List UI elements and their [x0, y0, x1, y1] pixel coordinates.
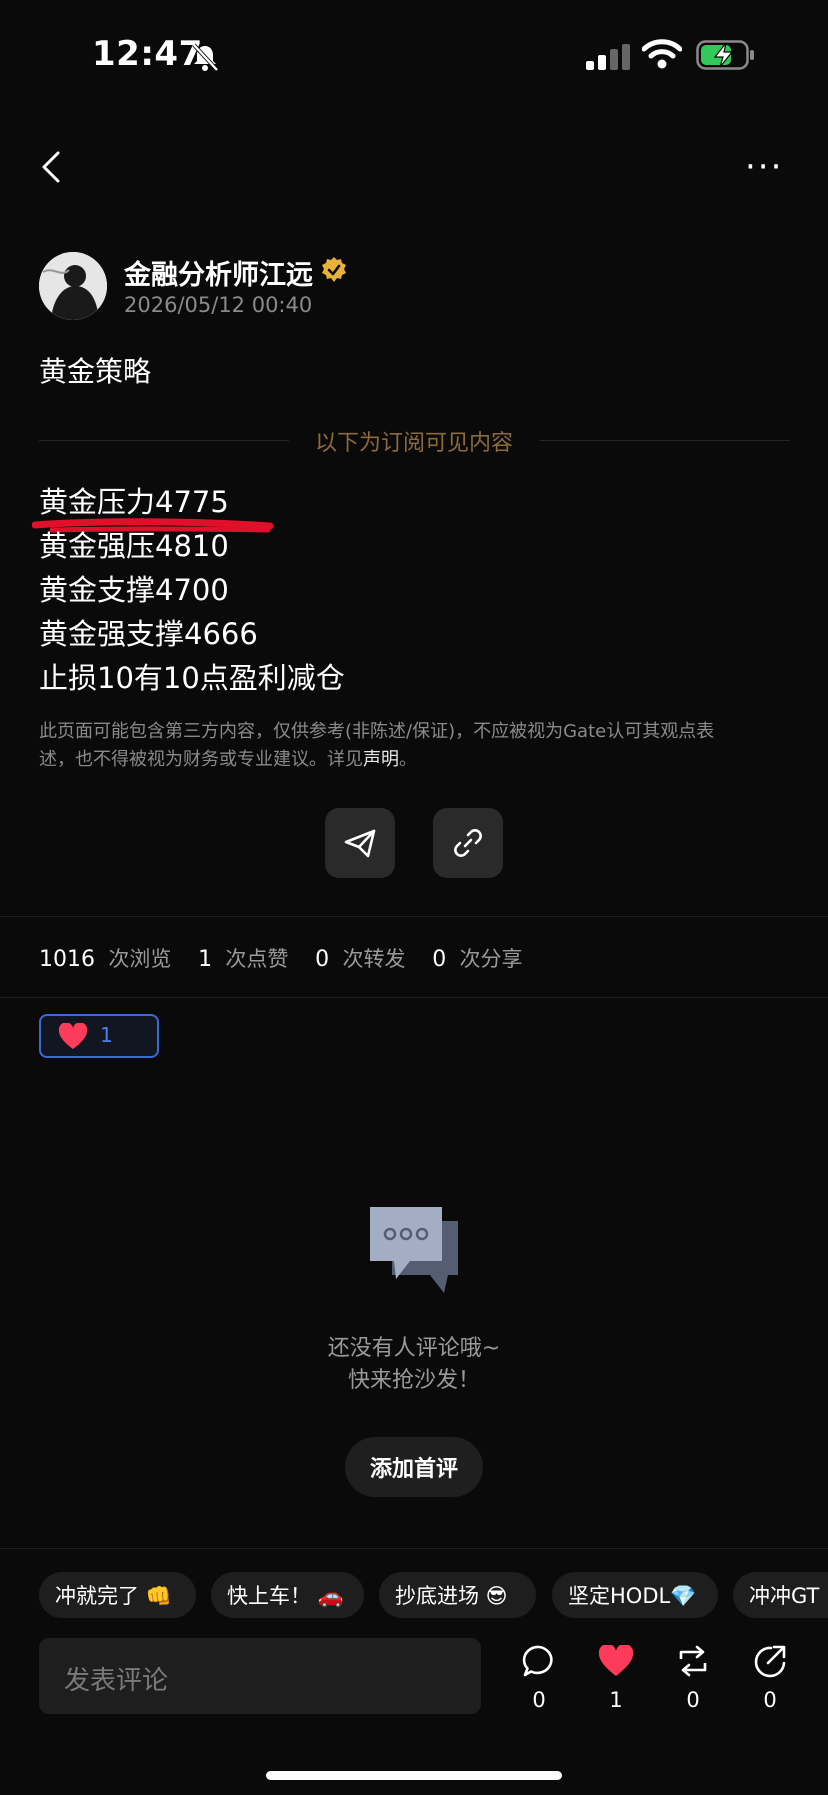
like-count: 1 — [609, 1688, 623, 1712]
reposts-count: 0 — [315, 947, 330, 972]
separator — [0, 997, 828, 998]
battery-icon — [696, 40, 754, 70]
share-count: 0 — [763, 1688, 777, 1712]
disclaimer-text-2: 述，也不得被视为财务或专业建议。详见 — [39, 749, 363, 770]
likes-count: 1 — [198, 947, 213, 972]
status-time: 12:47 — [92, 34, 203, 74]
mute-bell-icon — [192, 43, 219, 72]
share-telegram-button[interactable] — [325, 808, 395, 878]
disclaimer-text-1: 此页面可能包含第三方内容，仅供参考(非陈述/保证)，不应被视为Gate认可其观点… — [39, 721, 715, 742]
chat-bubbles-icon — [370, 1207, 458, 1293]
reaction-count: 1 — [100, 1023, 113, 1047]
quick-comment-chip[interactable]: 冲就完了 👊 — [39, 1572, 196, 1618]
avatar[interactable] — [39, 252, 107, 320]
strategy-line: 止损10有10点盈利减仓 — [39, 661, 345, 695]
strategy-line: 黄金支撑4700 — [39, 573, 229, 607]
verified-icon — [322, 257, 346, 282]
quick-comment-chip[interactable]: 冲冲GT — [733, 1572, 828, 1618]
repost-icon[interactable] — [676, 1644, 710, 1678]
views-label: 次浏览 — [108, 947, 172, 971]
repost-count: 0 — [686, 1688, 700, 1712]
back-icon[interactable] — [38, 150, 66, 184]
signal-icon — [586, 44, 630, 70]
shares-count: 0 — [432, 947, 447, 972]
strategy-line: 黄金强支撑4666 — [39, 617, 258, 651]
copy-link-icon — [454, 829, 482, 857]
quick-comment-chip[interactable]: 快上车！ 🚗 — [211, 1572, 364, 1618]
heart-reaction-button[interactable] — [39, 1014, 159, 1058]
separator — [0, 1548, 828, 1549]
views-count: 1016 — [39, 947, 95, 972]
subscriber-divider-label: 以下为订阅可见内容 — [314, 431, 513, 456]
disclaimer: 此页面可能包含第三方内容，仅供参考(非陈述/保证)，不应被视为Gate认可其观点… — [39, 718, 779, 774]
heart-icon — [58, 1023, 88, 1049]
post-stats: 1016 次浏览 1 次点赞 0 次转发 0 次分享 — [39, 943, 523, 973]
post-date: 2026/05/12 00:40 — [124, 293, 313, 317]
wifi-icon — [642, 39, 682, 69]
disclaimer-link[interactable]: 声明 — [363, 749, 399, 770]
comment-placeholder: 发表评论 — [64, 1666, 169, 1696]
more-icon[interactable]: ··· — [745, 150, 783, 184]
empty-comments-subtext: 快来抢沙发！ — [347, 1368, 480, 1393]
share-icon[interactable] — [753, 1644, 787, 1678]
home-indicator[interactable] — [266, 1771, 562, 1780]
share-telegram-icon — [344, 829, 376, 858]
comment-count: 0 — [532, 1688, 546, 1712]
empty-comments-text: 还没有人评论哦~ — [327, 1336, 501, 1361]
quick-comment-chip[interactable]: 抄底进场 😎 — [379, 1572, 536, 1618]
likes-label: 次点赞 — [225, 947, 289, 971]
comment-icon[interactable] — [522, 1644, 556, 1678]
disclaimer-end: 。 — [399, 749, 417, 770]
quick-comment-chip[interactable]: 坚定HODL💎 — [552, 1572, 718, 1618]
author-name[interactable]: 金融分析师江远 — [124, 253, 313, 292]
like-heart-icon[interactable] — [598, 1645, 634, 1677]
separator — [0, 916, 828, 917]
reposts-label: 次转发 — [342, 947, 406, 971]
shares-label: 次分享 — [459, 947, 523, 971]
strategy-line: 黄金强压4810 — [39, 529, 229, 563]
copy-link-button[interactable] — [433, 808, 503, 878]
post-title: 黄金策略 — [39, 355, 152, 388]
add-first-comment-button[interactable]: 添加首评 — [345, 1437, 483, 1497]
